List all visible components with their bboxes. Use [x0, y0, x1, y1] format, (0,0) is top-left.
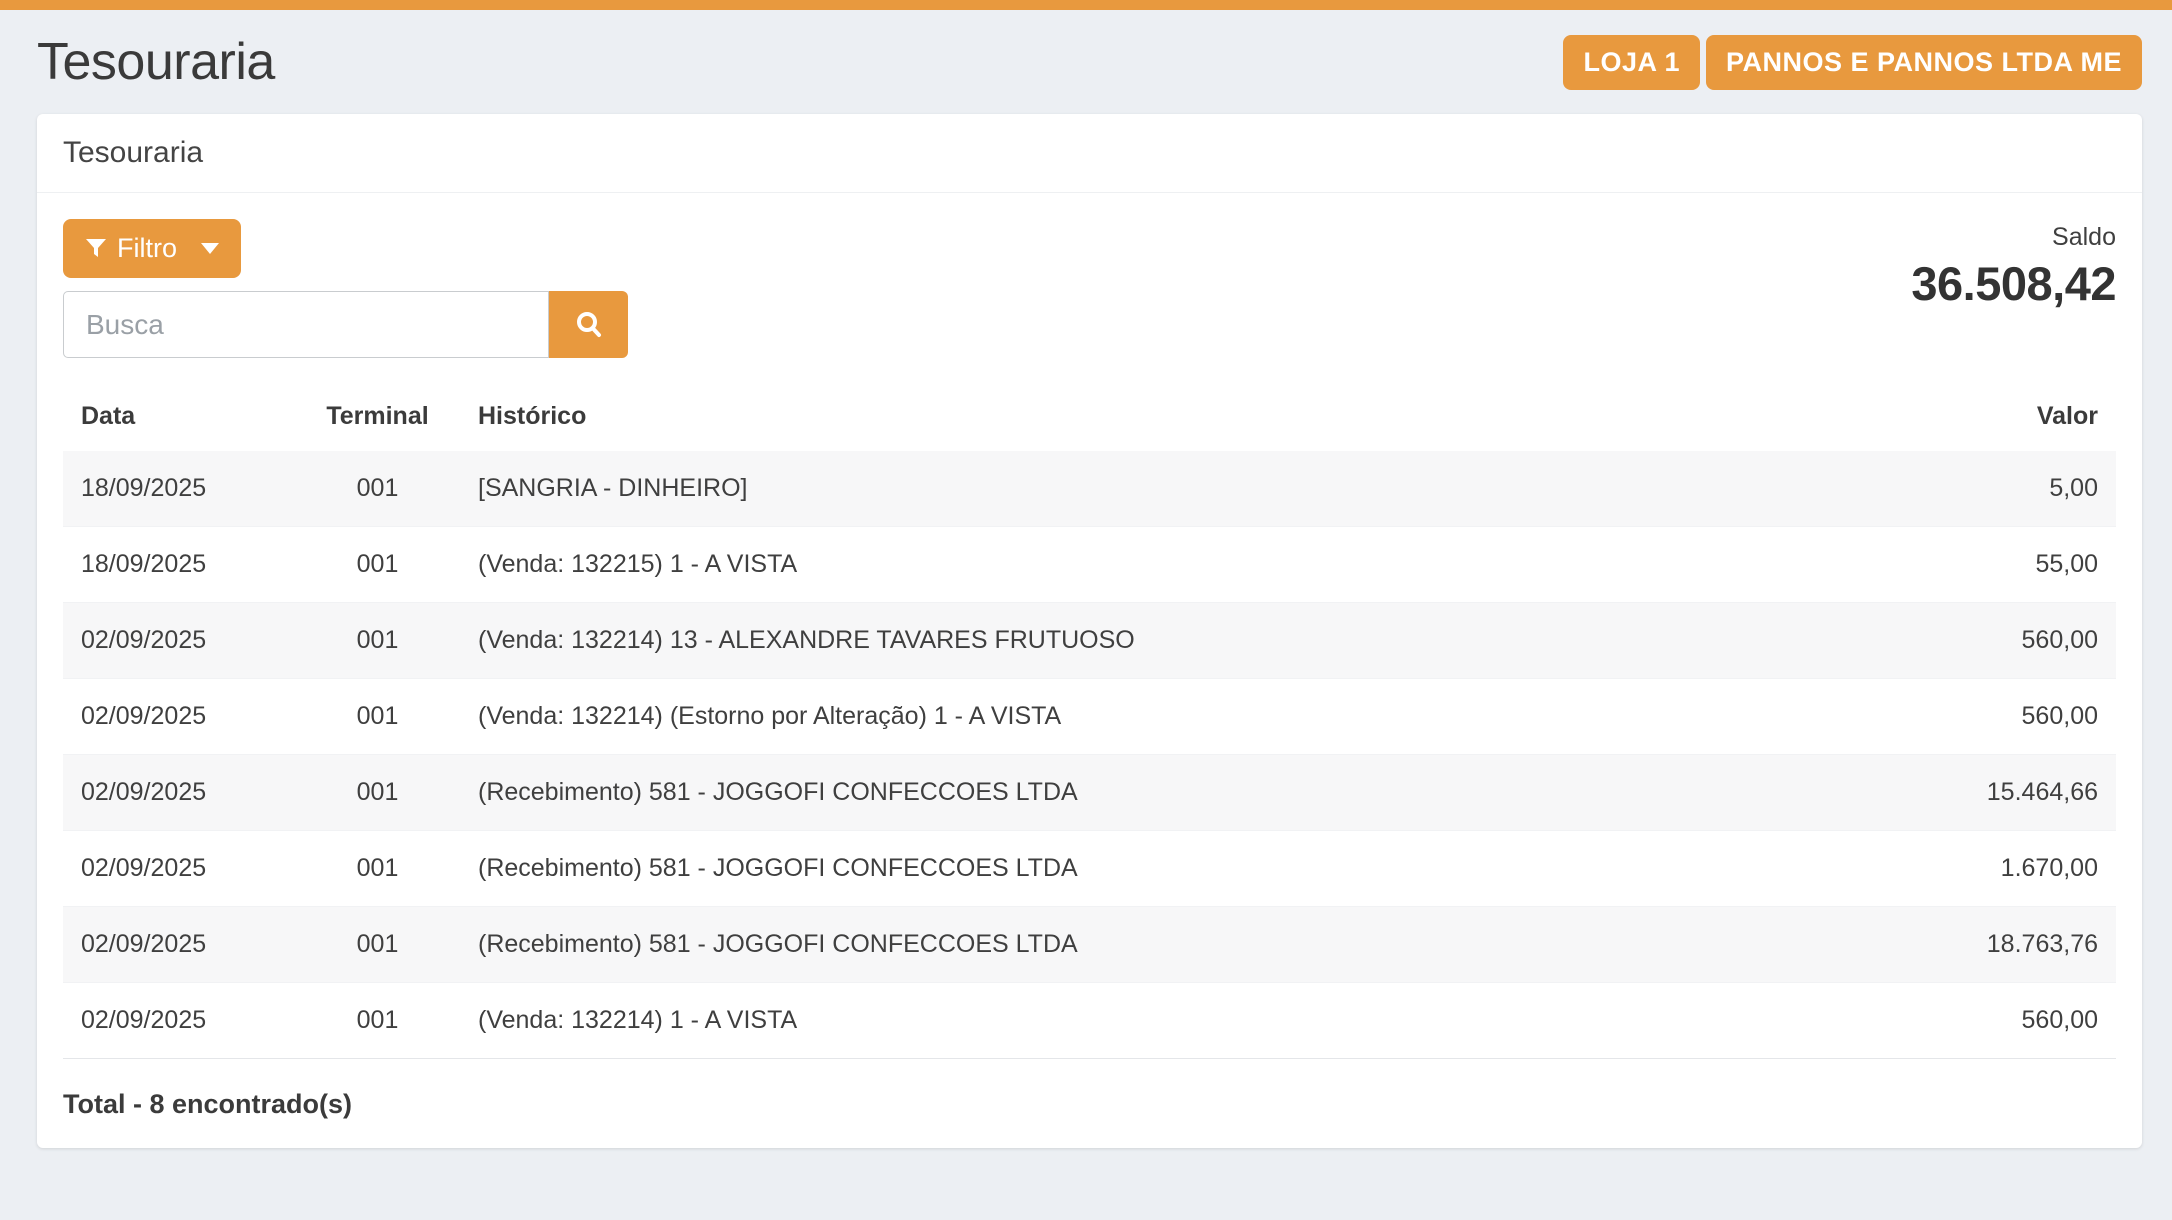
- col-header-valor: Valor: [1826, 382, 2116, 451]
- cell-historico: (Venda: 132214) 1 - A VISTA: [460, 983, 1826, 1059]
- cell-data: 02/09/2025: [63, 603, 295, 679]
- table-row[interactable]: 02/09/2025 001 (Recebimento) 581 - JOGGO…: [63, 755, 2116, 831]
- cell-valor: 1.670,00: [1826, 831, 2116, 907]
- funnel-icon: [85, 238, 107, 260]
- cell-historico: (Venda: 132215) 1 - A VISTA: [460, 527, 1826, 603]
- cell-valor: 15.464,66: [1826, 755, 2116, 831]
- filter-button-label: Filtro: [117, 235, 177, 262]
- cell-valor: 560,00: [1826, 603, 2116, 679]
- cell-data: 02/09/2025: [63, 983, 295, 1059]
- table-row[interactable]: 18/09/2025 001 [SANGRIA - DINHEIRO] 5,00: [63, 451, 2116, 527]
- filter-button[interactable]: Filtro: [63, 219, 241, 278]
- saldo-value: 36.508,42: [1911, 256, 2116, 311]
- cell-data: 02/09/2025: [63, 831, 295, 907]
- card-title: Tesouraria: [37, 114, 2142, 193]
- cell-data: 02/09/2025: [63, 907, 295, 983]
- page-title: Tesouraria: [37, 32, 275, 92]
- cell-valor: 55,00: [1826, 527, 2116, 603]
- cell-historico: (Recebimento) 581 - JOGGOFI CONFECCOES L…: [460, 907, 1826, 983]
- search-input[interactable]: [63, 291, 549, 358]
- cell-data: 02/09/2025: [63, 755, 295, 831]
- toolbar: Filtro: [63, 219, 2116, 358]
- search-group: [63, 291, 628, 358]
- table-header: Data Terminal Histórico Valor: [63, 382, 2116, 451]
- store-badge: LOJA 1: [1563, 35, 1700, 90]
- cell-terminal: 001: [295, 527, 460, 603]
- page-container: Tesouraria LOJA 1 PANNOS E PANNOS LTDA M…: [0, 10, 2172, 1148]
- magnifier-icon: [573, 309, 605, 341]
- cell-valor: 560,00: [1826, 679, 2116, 755]
- cell-terminal: 001: [295, 679, 460, 755]
- cell-terminal: 001: [295, 831, 460, 907]
- cell-terminal: 001: [295, 755, 460, 831]
- store-badges: LOJA 1 PANNOS E PANNOS LTDA ME: [1563, 35, 2142, 90]
- cell-historico: [SANGRIA - DINHEIRO]: [460, 451, 1826, 527]
- cell-terminal: 001: [295, 983, 460, 1059]
- search-button[interactable]: [549, 291, 628, 358]
- cell-valor: 560,00: [1826, 983, 2116, 1059]
- cell-historico: (Recebimento) 581 - JOGGOFI CONFECCOES L…: [460, 755, 1826, 831]
- transactions-table: Data Terminal Histórico Valor 18/09/2025…: [63, 382, 2116, 1058]
- table-row[interactable]: 02/09/2025 001 (Venda: 132214) (Estorno …: [63, 679, 2116, 755]
- toolbar-left: Filtro: [63, 219, 628, 358]
- cell-historico: (Venda: 132214) (Estorno por Alteração) …: [460, 679, 1826, 755]
- card-body: Filtro: [37, 193, 2142, 1148]
- col-header-terminal: Terminal: [295, 382, 460, 451]
- chevron-down-icon: [201, 243, 219, 254]
- table-row[interactable]: 02/09/2025 001 (Recebimento) 581 - JOGGO…: [63, 907, 2116, 983]
- cell-terminal: 001: [295, 907, 460, 983]
- page-header: Tesouraria LOJA 1 PANNOS E PANNOS LTDA M…: [37, 32, 2142, 92]
- table-row[interactable]: 02/09/2025 001 (Venda: 132214) 13 - ALEX…: [63, 603, 2116, 679]
- col-header-data: Data: [63, 382, 295, 451]
- company-badge: PANNOS E PANNOS LTDA ME: [1706, 35, 2142, 90]
- cell-terminal: 001: [295, 451, 460, 527]
- tesouraria-card: Tesouraria Filtro: [37, 114, 2142, 1148]
- saldo-block: Saldo 36.508,42: [1911, 219, 2116, 311]
- cell-terminal: 001: [295, 603, 460, 679]
- top-accent-bar: [0, 0, 2172, 10]
- cell-valor: 18.763,76: [1826, 907, 2116, 983]
- saldo-label: Saldo: [1911, 223, 2116, 252]
- col-header-historico: Histórico: [460, 382, 1826, 451]
- cell-historico: (Recebimento) 581 - JOGGOFI CONFECCOES L…: [460, 831, 1826, 907]
- table-row[interactable]: 02/09/2025 001 (Venda: 132214) 1 - A VIS…: [63, 983, 2116, 1059]
- cell-valor: 5,00: [1826, 451, 2116, 527]
- cell-data: 02/09/2025: [63, 679, 295, 755]
- table-body: 18/09/2025 001 [SANGRIA - DINHEIRO] 5,00…: [63, 451, 2116, 1058]
- table-row[interactable]: 02/09/2025 001 (Recebimento) 581 - JOGGO…: [63, 831, 2116, 907]
- cell-historico: (Venda: 132214) 13 - ALEXANDRE TAVARES F…: [460, 603, 1826, 679]
- cell-data: 18/09/2025: [63, 527, 295, 603]
- cell-data: 18/09/2025: [63, 451, 295, 527]
- table-row[interactable]: 18/09/2025 001 (Venda: 132215) 1 - A VIS…: [63, 527, 2116, 603]
- total-count: Total - 8 encontrado(s): [63, 1058, 2116, 1148]
